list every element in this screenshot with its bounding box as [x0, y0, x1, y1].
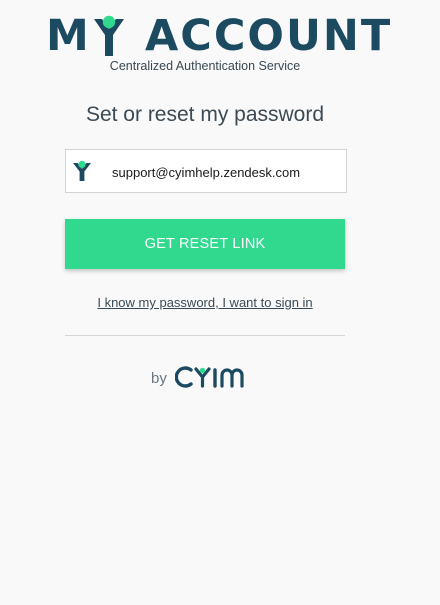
- by-label: by: [151, 370, 167, 387]
- get-reset-link-button[interactable]: GET RESET LINK: [65, 219, 345, 269]
- logo-word-account: ACCOUNT: [145, 11, 393, 61]
- user-y-logo-icon: [94, 15, 124, 56]
- page-title: Set or reset my password: [85, 103, 325, 126]
- user-y-icon: [73, 160, 91, 181]
- email-field[interactable]: [65, 149, 347, 193]
- cyim-logo: [175, 366, 244, 388]
- logo-letter-m: M: [46, 11, 90, 61]
- subtitle: Centralized Authentication Service: [109, 59, 301, 73]
- sign-in-link[interactable]: I know my password, I want to sign in: [0, 295, 410, 310]
- my-account-logo: M ACCOUNT: [46, 11, 390, 61]
- divider: [65, 335, 345, 336]
- email-input[interactable]: [112, 162, 342, 182]
